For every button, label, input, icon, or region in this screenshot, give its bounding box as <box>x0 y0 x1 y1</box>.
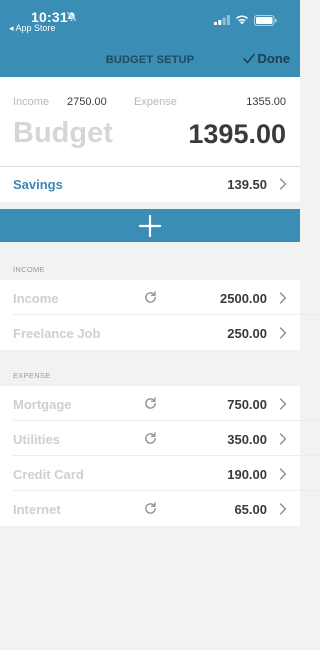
cellular-signal-icon <box>214 15 230 25</box>
expense-total-value: 1355.00 <box>246 96 286 108</box>
plus-icon <box>139 215 161 237</box>
repeat-icon <box>145 397 156 409</box>
chevron-right-icon <box>279 468 287 480</box>
savings-label: Savings <box>13 177 63 192</box>
battery-icon <box>254 15 277 26</box>
row-value: 350.00 <box>227 432 267 447</box>
back-to-app-store-link[interactable]: ◂ App Store <box>9 23 56 34</box>
row-value: 65.00 <box>234 502 267 517</box>
mortgage-row[interactable]: Mortgage 750.00 <box>0 386 300 421</box>
chevron-right-icon <box>279 433 287 445</box>
repeat-icon <box>145 432 156 444</box>
income-total-label: Income <box>13 96 50 108</box>
wifi-icon <box>236 15 248 25</box>
chevron-right-icon <box>279 178 287 190</box>
row-value: 750.00 <box>227 397 267 412</box>
top-bar: 10:31 ◂ App Store BUDGET SETUP Done <box>0 0 300 77</box>
freelance-job-row[interactable]: Freelance Job 250.00 <box>0 315 300 350</box>
row-label: Freelance Job <box>13 326 101 341</box>
income-row[interactable]: Income 2500.00 <box>0 280 300 315</box>
income-total-value: 2750.00 <box>67 96 107 108</box>
budget-value: 1395.00 <box>188 119 286 149</box>
row-value: 2500.00 <box>220 291 267 306</box>
row-value: 250.00 <box>227 326 267 341</box>
savings-value: 139.50 <box>227 177 267 192</box>
expense-section-header: EXPENSE <box>13 371 51 380</box>
row-value: 190.00 <box>227 467 267 482</box>
row-label: Internet <box>13 502 61 517</box>
repeat-icon <box>145 291 156 303</box>
add-item-button[interactable] <box>0 209 300 242</box>
checkmark-icon <box>242 53 255 64</box>
row-label: Credit Card <box>13 467 84 482</box>
chevron-right-icon <box>279 327 287 339</box>
row-label: Income <box>13 291 59 306</box>
done-label: Done <box>257 51 291 66</box>
bell-off-icon <box>66 11 77 22</box>
row-label: Utilities <box>13 432 60 447</box>
income-section-header: INCOME <box>13 265 45 274</box>
chevron-right-icon <box>279 398 287 410</box>
internet-row[interactable]: Internet 65.00 <box>0 491 300 526</box>
savings-row[interactable]: Savings 139.50 <box>0 167 300 202</box>
done-button[interactable]: Done <box>242 51 291 66</box>
chevron-right-icon <box>279 292 287 304</box>
budget-summary: Income 2750.00 Expense 1355.00 Budget 13… <box>0 77 300 166</box>
budget-label: Budget <box>13 117 113 149</box>
row-label: Mortgage <box>13 397 72 412</box>
chevron-right-icon <box>279 503 287 515</box>
status-bar: 10:31 ◂ App Store <box>0 0 300 40</box>
utilities-row[interactable]: Utilities 350.00 <box>0 421 300 456</box>
expense-total-label: Expense <box>134 96 177 108</box>
repeat-icon <box>145 502 156 514</box>
credit-card-row[interactable]: Credit Card 190.00 <box>0 456 300 491</box>
